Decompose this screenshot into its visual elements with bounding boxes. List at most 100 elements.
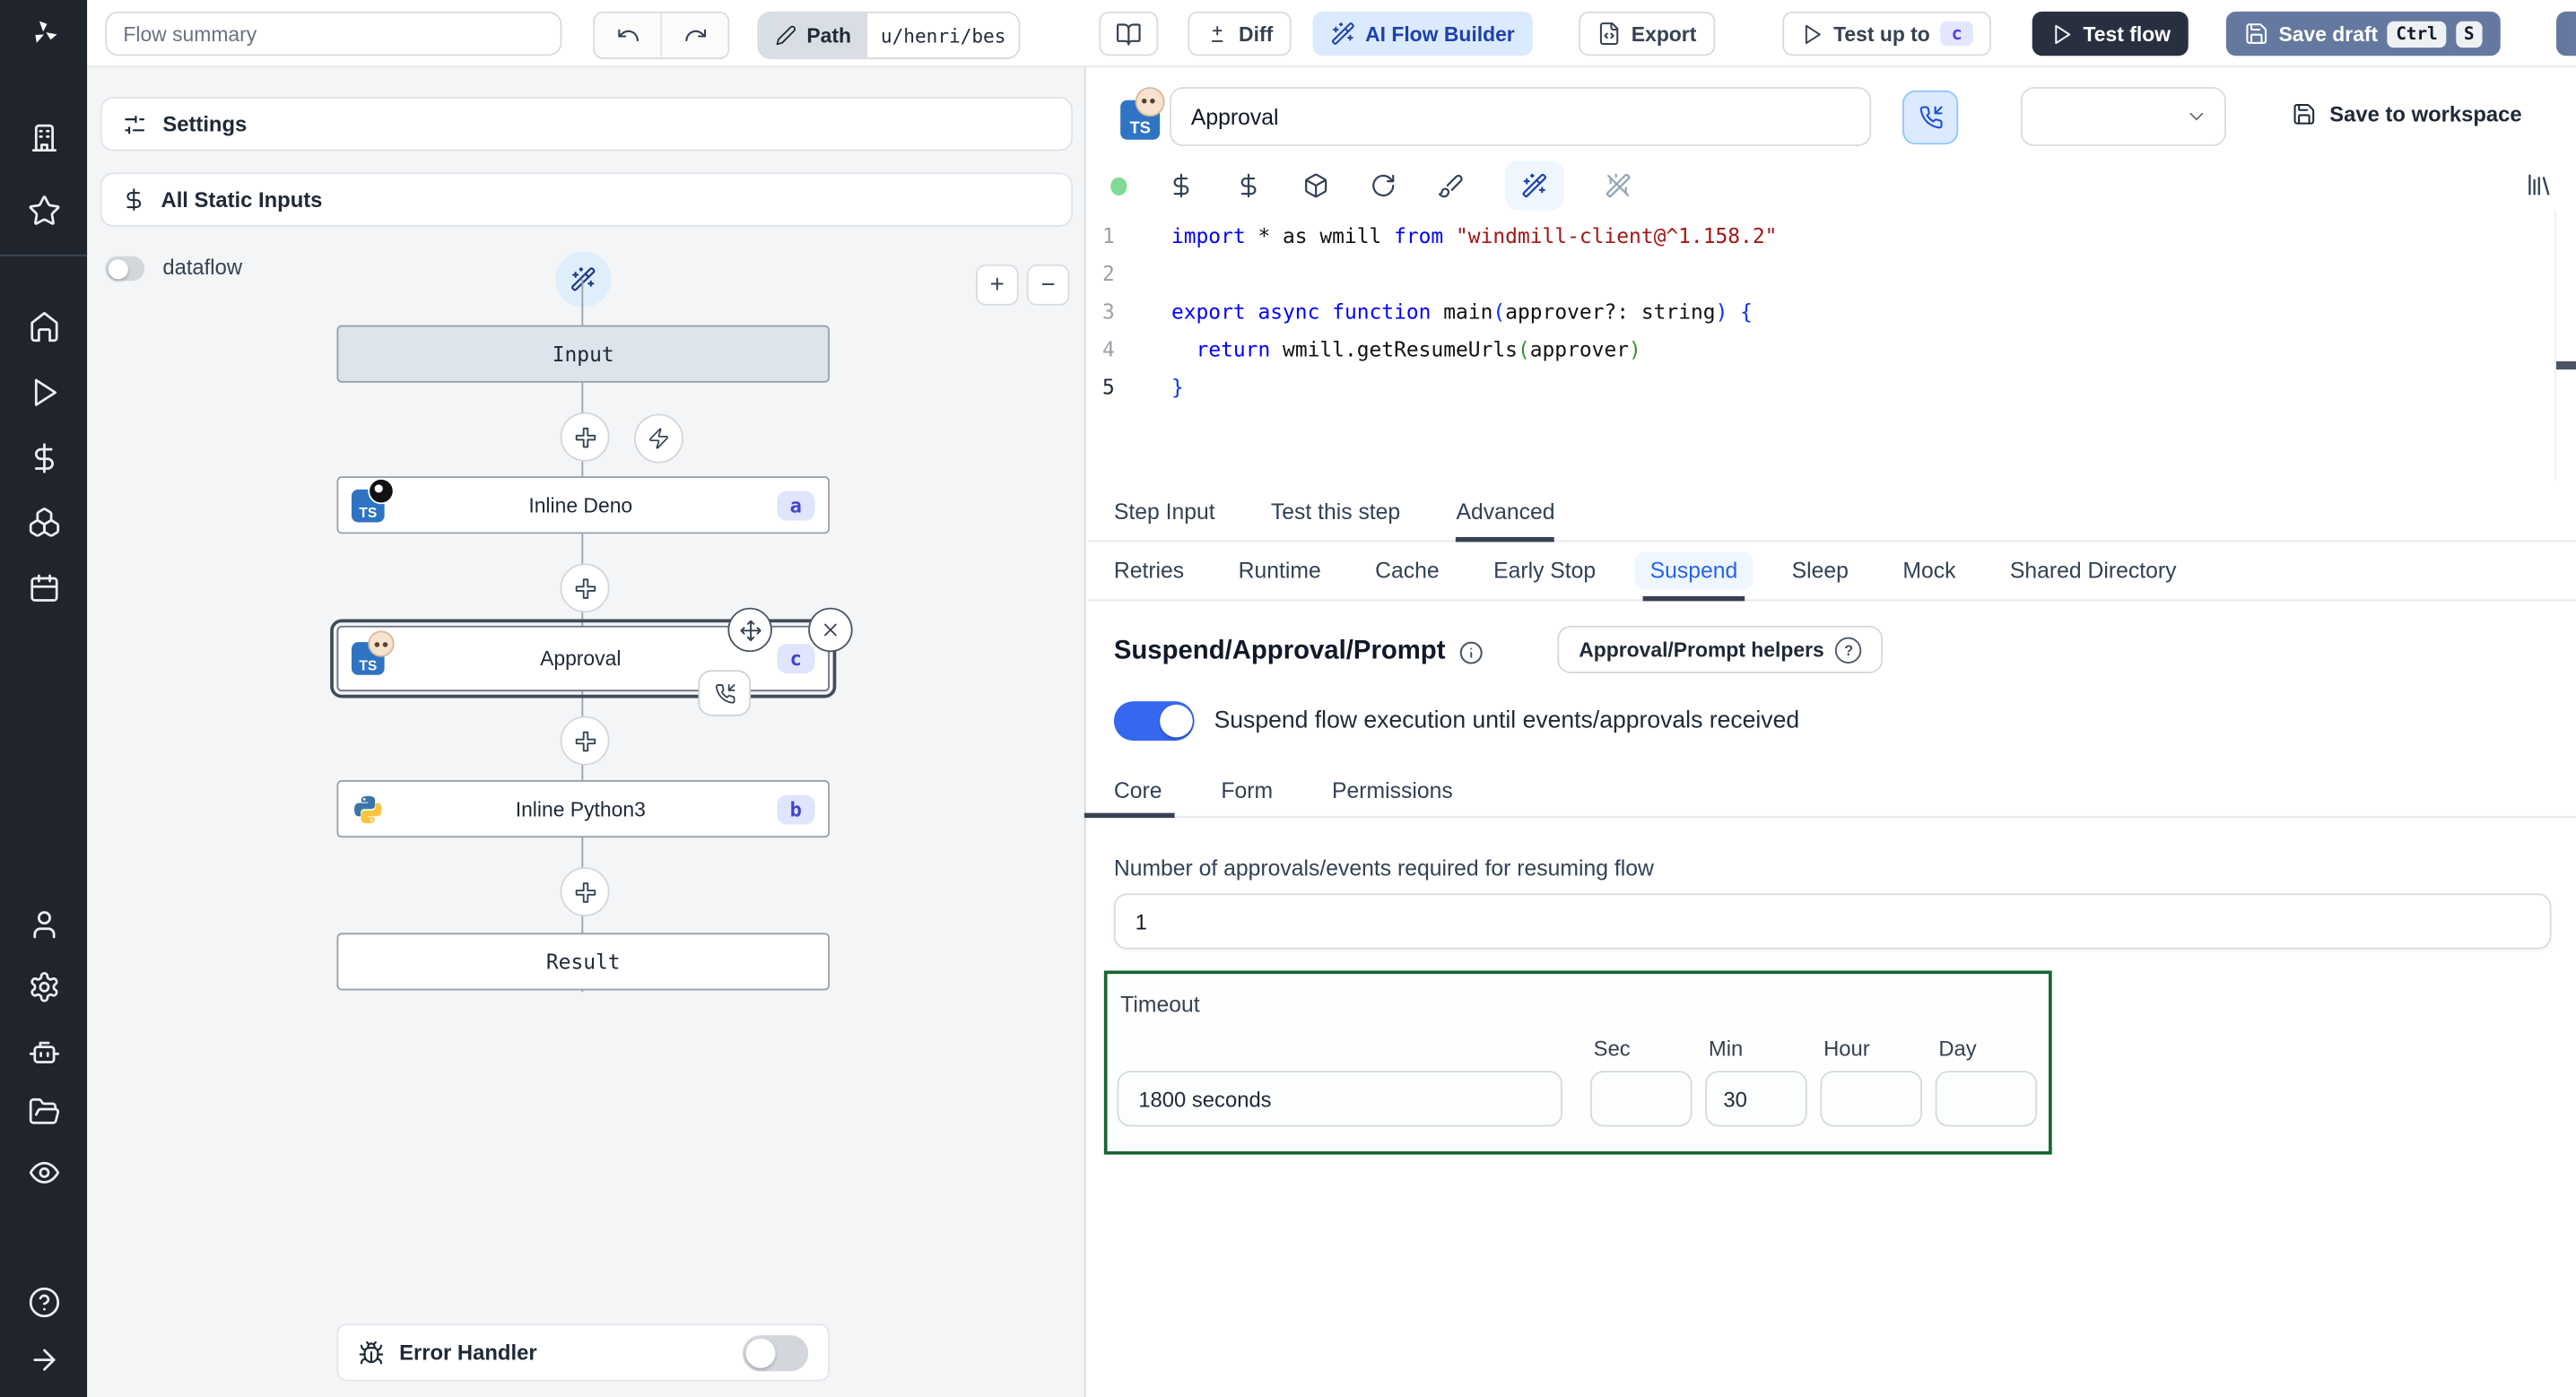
code-line[interactable]: export async function main(approver?: st… (1171, 292, 2553, 330)
add-trigger-button[interactable] (634, 413, 683, 464)
suspend-flow-toggle[interactable] (1113, 701, 1195, 742)
add-step-button-4[interactable] (560, 867, 610, 917)
editor-minimap[interactable] (2554, 210, 2576, 482)
subtab-cache[interactable]: Cache (1375, 542, 1439, 599)
step-name-input[interactable] (1170, 87, 1872, 147)
add-step-button-1[interactable] (560, 412, 610, 462)
package-icon[interactable] (1302, 172, 1328, 198)
timeout-sec-input[interactable] (1590, 1071, 1693, 1127)
export-button[interactable]: Export (1579, 11, 1715, 56)
workers-robot-icon[interactable] (27, 1035, 60, 1068)
folders-icon[interactable] (27, 1096, 60, 1129)
test-up-to-button[interactable]: Test up to c (1782, 11, 1992, 56)
typescript-bun-icon: TS (351, 630, 395, 675)
kbd-s: S (2455, 20, 2483, 48)
home-icon[interactable] (27, 310, 60, 343)
docs-book-button[interactable] (1099, 11, 1159, 56)
ai-flow-builder-button[interactable]: AI Flow Builder (1312, 11, 1533, 56)
error-handler-toggle[interactable] (742, 1334, 809, 1371)
workspace-icon[interactable] (27, 122, 60, 155)
favorites-star-icon[interactable] (27, 194, 60, 227)
subtab-early-stop[interactable]: Early Stop (1493, 542, 1596, 599)
dataflow-toggle[interactable] (105, 256, 145, 282)
ai-assistant-wand-button[interactable] (1504, 161, 1564, 211)
test-flow-label: Test flow (2083, 22, 2171, 46)
approval-phone-toggle-button[interactable] (1902, 90, 1959, 145)
timeout-summary-input[interactable] (1117, 1071, 1562, 1127)
deploy-button-partial[interactable] (2556, 11, 2576, 56)
ai-disabled-icon[interactable] (1606, 172, 1632, 198)
undo-button[interactable] (595, 13, 661, 58)
save-to-workspace-button[interactable]: Save to workspace (2292, 102, 2522, 126)
path-button[interactable]: Path u/henri/bes (757, 11, 1021, 59)
audit-eye-icon[interactable] (27, 1156, 60, 1189)
path-value[interactable]: u/henri/bes (867, 13, 1020, 58)
zoom-in-button[interactable]: + (975, 264, 1019, 306)
viewport: Path u/henri/bes Diff AI Flow Builder Ex… (0, 0, 2576, 1397)
flow-node-input[interactable]: Input (336, 325, 830, 383)
library-icon[interactable] (2525, 170, 2553, 198)
code-line[interactable] (1171, 255, 2553, 292)
tab-core[interactable]: Core (1083, 764, 1176, 819)
zoom-out-button[interactable]: − (1026, 264, 1070, 306)
help-icon[interactable] (27, 1286, 60, 1319)
tab-permissions[interactable]: Permissions (1332, 764, 1453, 817)
test-flow-button[interactable]: Test flow (2032, 11, 2189, 56)
tab-step-input[interactable]: Step Input (1114, 482, 1215, 541)
static-inputs-icon[interactable] (1168, 172, 1194, 198)
windmill-logo-icon[interactable] (29, 18, 58, 48)
flow-node-inline-deno[interactable]: TS Inline Deno a (336, 476, 830, 534)
approval-phone-badge[interactable] (698, 670, 752, 716)
subtab-sleep[interactable]: Sleep (1792, 542, 1849, 599)
path-label-segment[interactable]: Path (759, 13, 868, 58)
variables-icon[interactable] (1235, 172, 1261, 198)
tab-test-this-step[interactable]: Test this step (1271, 482, 1400, 541)
collapse-arrow-icon[interactable] (27, 1343, 60, 1376)
format-brush-icon[interactable] (1438, 172, 1464, 198)
add-step-button-2[interactable] (560, 563, 610, 613)
schedules-calendar-icon[interactable] (27, 571, 60, 604)
play-outline-icon (2055, 23, 2071, 44)
code-line[interactable]: import * as wmill from "windmill-client@… (1171, 217, 2553, 255)
approvals-required-input[interactable] (1113, 893, 2552, 950)
subtab-retries[interactable]: Retries (1114, 542, 1184, 599)
code-editor[interactable]: 1 2 3 4 5 import * as wmill from "windmill-c… (1087, 210, 2576, 482)
subtab-runtime[interactable]: Runtime (1239, 542, 1321, 599)
line-number: 1 (1102, 223, 1115, 248)
redo-button[interactable] (660, 13, 728, 58)
user-icon[interactable] (27, 908, 60, 941)
subtab-shared-directory[interactable]: Shared Directory (2010, 542, 2177, 599)
add-step-button-3[interactable] (560, 716, 610, 766)
flow-summary-input[interactable] (105, 11, 562, 56)
timeout-day-input[interactable] (1935, 1071, 2038, 1127)
flow-settings-button[interactable]: Settings (100, 97, 1074, 152)
timeout-hour-input[interactable] (1820, 1071, 1923, 1127)
minimap-slider[interactable] (2556, 360, 2576, 370)
step-language-icon: TS (1120, 87, 1165, 140)
code-line[interactable]: return wmill.getResumeUrls(approver) (1171, 330, 2553, 368)
info-icon[interactable] (1458, 639, 1483, 664)
tab-advanced[interactable]: Advanced (1456, 482, 1555, 542)
error-handler-row[interactable]: Error Handler (336, 1323, 830, 1382)
all-static-inputs-button[interactable]: All Static Inputs (100, 172, 1074, 227)
subtab-mock[interactable]: Mock (1902, 542, 1955, 599)
delete-node-button[interactable] (808, 607, 853, 653)
code-line[interactable]: } (1171, 368, 2553, 405)
flow-node-result[interactable]: Result (336, 933, 830, 991)
resources-boxes-icon[interactable] (27, 506, 60, 539)
editor-code[interactable]: import * as wmill from "windmill-client@… (1171, 217, 2553, 406)
move-node-button[interactable] (727, 607, 772, 653)
diff-button[interactable]: Diff (1188, 11, 1292, 56)
tab-form[interactable]: Form (1221, 764, 1273, 817)
timeout-min-input[interactable] (1705, 1071, 1807, 1127)
save-draft-button[interactable]: Save draft Ctrl S (2225, 11, 2501, 56)
runs-play-icon[interactable] (27, 376, 60, 409)
test-up-to-label: Test up to (1833, 22, 1930, 46)
approval-prompt-helpers-button[interactable]: Approval/Prompt helpers ? (1557, 625, 1884, 673)
reload-icon[interactable] (1371, 172, 1397, 198)
template-select-dropdown[interactable] (2020, 87, 2226, 147)
settings-gear-icon[interactable] (27, 970, 60, 1003)
variables-dollar-icon[interactable] (27, 442, 60, 475)
flow-node-inline-python[interactable]: Inline Python3 b (336, 780, 830, 838)
subtab-suspend[interactable]: Suspend (1635, 542, 1753, 602)
